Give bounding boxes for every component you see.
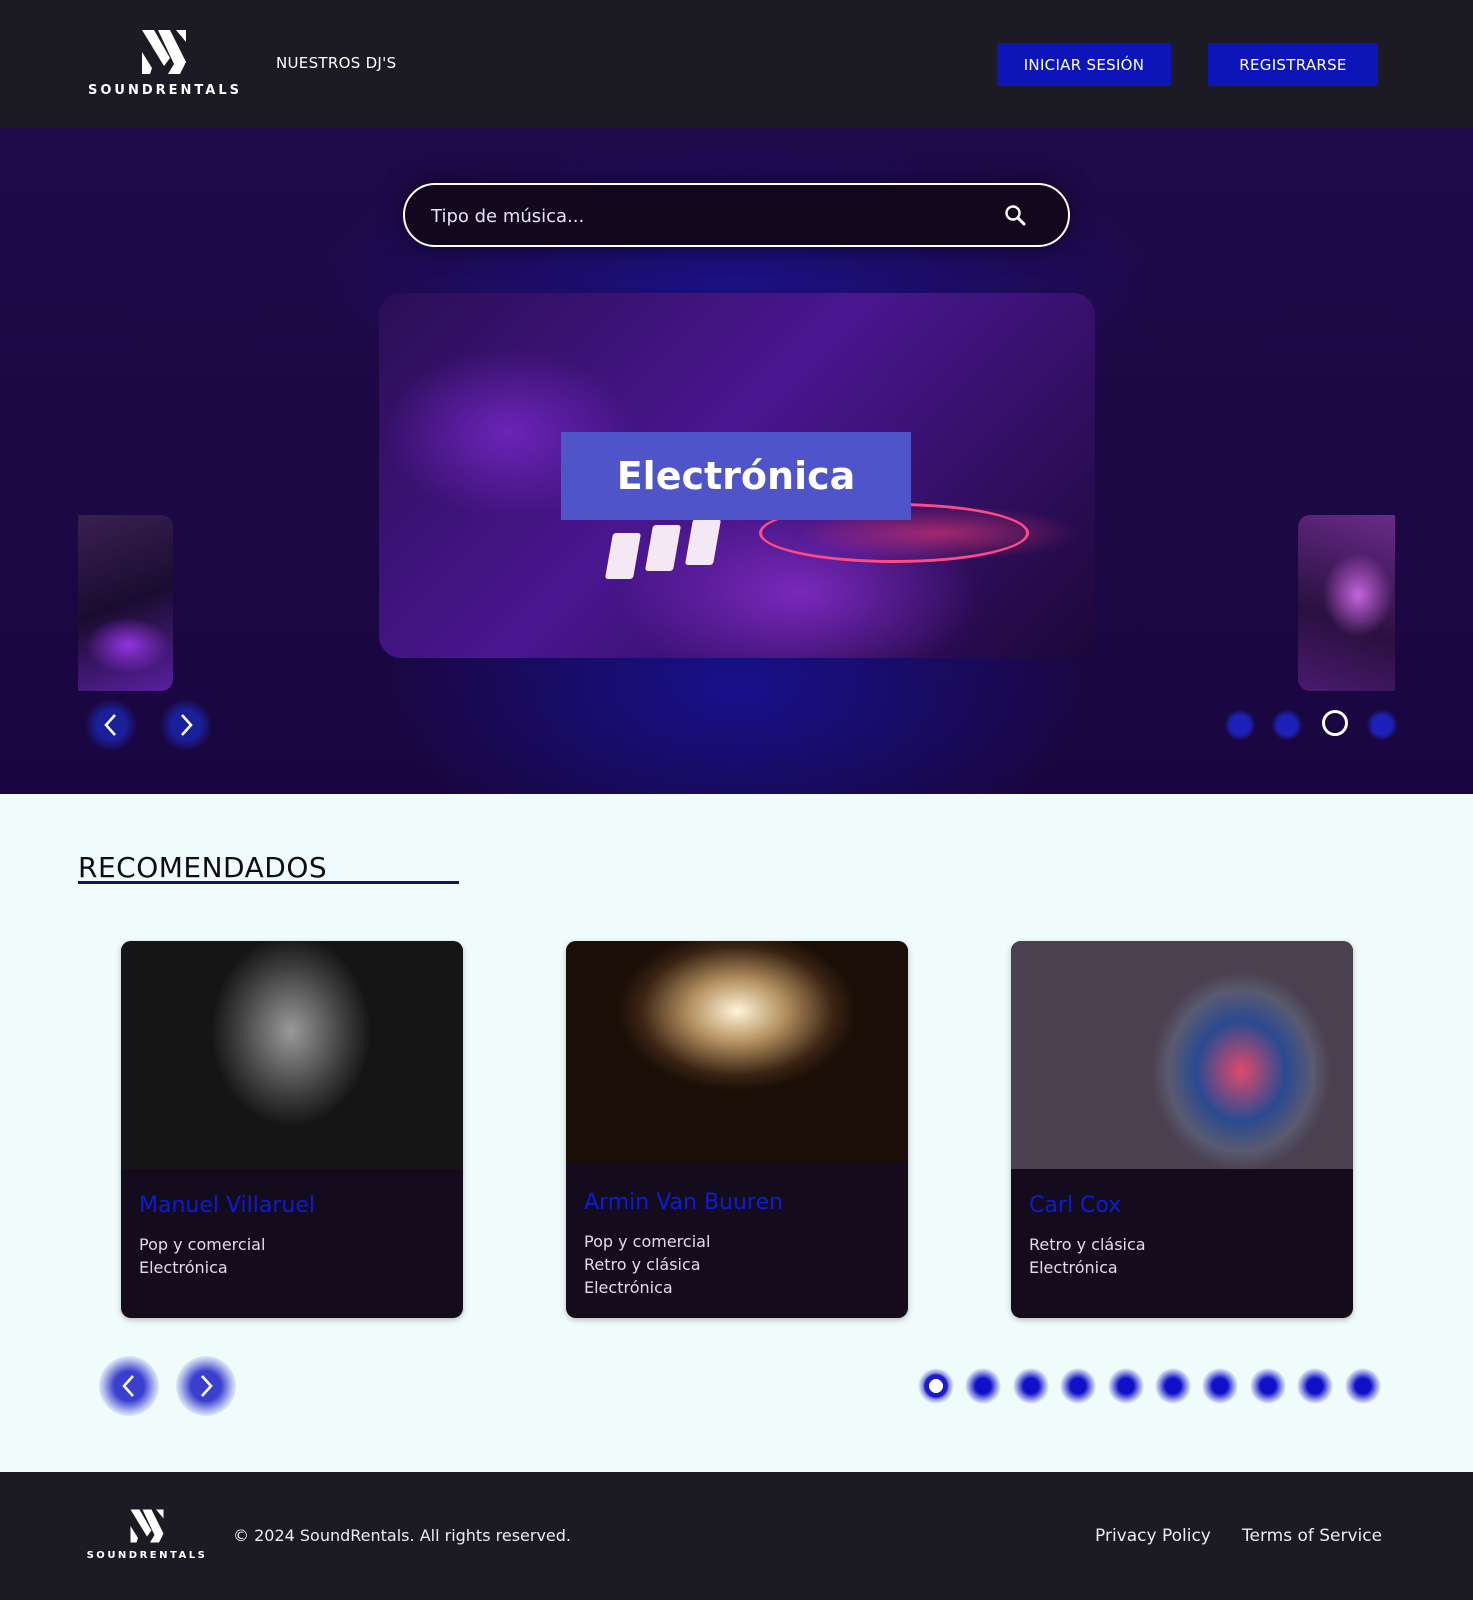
register-button[interactable]: REGISTRARSE: [1208, 43, 1378, 86]
terms-of-service-link[interactable]: Terms of Service: [1242, 1526, 1382, 1546]
pagination-dot[interactable]: [965, 1368, 1001, 1404]
pagination-dot[interactable]: [1108, 1368, 1144, 1404]
chevron-right-icon: [201, 1375, 213, 1397]
dj-name[interactable]: Carl Cox: [1029, 1193, 1121, 1218]
site-header: SOUNDRENTALS NUESTROS DJ'S INICIAR SESIÓ…: [0, 0, 1473, 128]
pagination-dot[interactable]: [1060, 1368, 1096, 1404]
dj-genre: Electrónica: [584, 1278, 673, 1297]
mixer-knob: [604, 533, 642, 579]
carousel-slide-next[interactable]: [1298, 515, 1395, 691]
copyright-text: © 2024 SoundRentals. All rights reserved…: [233, 1526, 572, 1545]
carousel-dot[interactable]: [1272, 710, 1302, 740]
mixer-knob: [644, 525, 682, 571]
dj-genre: Electrónica: [139, 1258, 228, 1277]
search-bar[interactable]: [403, 183, 1070, 247]
carousel-slide-active[interactable]: Electrónica: [379, 293, 1095, 658]
logo-mark-icon: [130, 1509, 164, 1543]
soundrentals-logo[interactable]: SOUNDRENTALS: [80, 28, 250, 100]
chevron-left-icon: [122, 1375, 134, 1397]
pagination-dot[interactable]: [1202, 1368, 1238, 1404]
pagination-dot[interactable]: [1345, 1368, 1381, 1404]
mixer-knob: [684, 519, 722, 565]
carousel-slide-previous[interactable]: [78, 515, 173, 691]
dj-photo: [566, 941, 908, 1161]
chevron-right-icon: [181, 714, 193, 736]
dj-card[interactable]: Carl Cox Retro y clásica Electrónica: [1011, 941, 1353, 1318]
logo-mark-icon: [142, 30, 186, 74]
carousel-dot-active[interactable]: [1322, 710, 1348, 736]
dj-card[interactable]: Manuel Villaruel Pop y comercial Electró…: [121, 941, 463, 1318]
dj-name[interactable]: Armin Van Buuren: [584, 1190, 783, 1215]
pagination-dot[interactable]: [1013, 1368, 1049, 1404]
hero-section: Electrónica: [0, 128, 1473, 794]
dj-genre: Electrónica: [1029, 1258, 1118, 1277]
carousel-prev-button[interactable]: [85, 699, 137, 751]
search-input[interactable]: [431, 201, 971, 231]
dj-genre: Retro y clásica: [584, 1255, 701, 1274]
pagination-dot-active[interactable]: [918, 1368, 954, 1404]
dj-genre: Pop y comercial: [139, 1235, 266, 1254]
dj-genre: Pop y comercial: [584, 1232, 711, 1251]
recommended-next-button[interactable]: [176, 1356, 236, 1416]
logo-wordmark: SOUNDRENTALS: [86, 1550, 208, 1561]
logo-wordmark: SOUNDRENTALS: [88, 83, 242, 98]
chevron-left-icon: [104, 714, 116, 736]
slide-genre-label[interactable]: Electrónica: [561, 432, 911, 520]
recommended-prev-button[interactable]: [99, 1356, 159, 1416]
login-button[interactable]: INICIAR SESIÓN: [997, 43, 1171, 86]
carousel-next-button[interactable]: [160, 699, 212, 751]
search-icon[interactable]: [1003, 203, 1029, 229]
carousel-dot[interactable]: [1225, 710, 1255, 740]
nav-link-our-djs[interactable]: NUESTROS DJ'S: [276, 54, 396, 72]
dj-name[interactable]: Manuel Villaruel: [139, 1193, 315, 1218]
recommended-heading: RECOMENDADOS: [78, 851, 328, 884]
dj-card[interactable]: Armin Van Buuren Pop y comercial Retro y…: [566, 941, 908, 1318]
pagination-dot[interactable]: [1250, 1368, 1286, 1404]
dj-photo: [1011, 941, 1353, 1169]
privacy-policy-link[interactable]: Privacy Policy: [1095, 1526, 1211, 1546]
pagination-dot[interactable]: [1155, 1368, 1191, 1404]
heading-underline: [78, 881, 459, 884]
dj-genre: Retro y clásica: [1029, 1235, 1146, 1254]
pagination-dot[interactable]: [1297, 1368, 1333, 1404]
dj-photo: [121, 941, 463, 1169]
carousel-dot[interactable]: [1367, 710, 1397, 740]
footer-logo[interactable]: SOUNDRENTALS: [80, 1508, 214, 1568]
